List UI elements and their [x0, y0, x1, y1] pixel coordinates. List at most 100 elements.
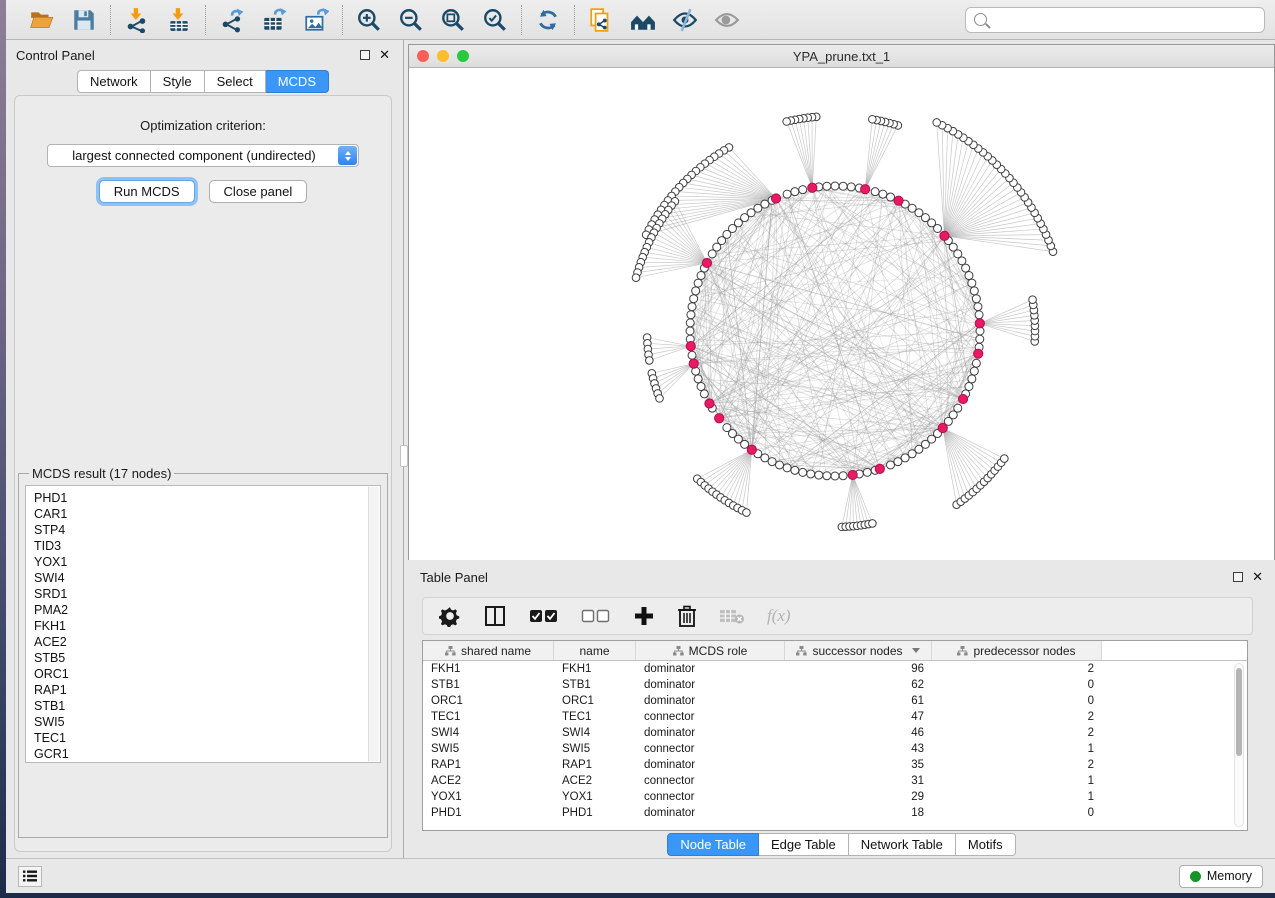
- graph-node[interactable]: [697, 382, 705, 390]
- import-network-button[interactable]: [123, 6, 151, 34]
- graph-hub-node[interactable]: [848, 470, 857, 479]
- graph-node[interactable]: [686, 319, 694, 327]
- result-list-item[interactable]: TID3: [34, 538, 380, 554]
- result-list-scrollbar[interactable]: [368, 487, 379, 761]
- import-table-button[interactable]: [165, 6, 193, 34]
- graph-node[interactable]: [968, 279, 976, 287]
- graph-node[interactable]: [847, 183, 855, 191]
- graph-hub-node[interactable]: [808, 183, 817, 192]
- float-table-panel-button[interactable]: [1233, 572, 1243, 582]
- search-input[interactable]: [993, 12, 1256, 27]
- table-row[interactable]: SWI5SWI5connector431: [423, 741, 1247, 757]
- graph-node[interactable]: [965, 272, 973, 280]
- network-window-titlebar[interactable]: YPA_prune.txt_1: [409, 45, 1274, 68]
- graph-node[interactable]: [632, 274, 640, 282]
- memory-button[interactable]: Memory: [1179, 865, 1263, 888]
- graph-node[interactable]: [972, 359, 980, 367]
- table-row[interactable]: RAP1RAP1dominator352: [423, 757, 1247, 773]
- graph-node[interactable]: [976, 335, 984, 343]
- graph-node[interactable]: [975, 311, 983, 319]
- graph-node[interactable]: [761, 454, 769, 462]
- result-list-item[interactable]: YOX1: [34, 554, 380, 570]
- show-panels-button[interactable]: [18, 866, 42, 887]
- graph-hub-node[interactable]: [974, 349, 983, 358]
- tab-network[interactable]: Network: [77, 70, 151, 93]
- zoom-in-button[interactable]: [355, 6, 383, 34]
- graph-node[interactable]: [694, 375, 702, 383]
- network-overview-button[interactable]: [629, 6, 657, 34]
- graph-node[interactable]: [799, 186, 807, 194]
- column-header-MCDS-role[interactable]: MCDS role: [636, 641, 785, 660]
- graph-node[interactable]: [688, 303, 696, 311]
- result-list-item[interactable]: CAR1: [34, 506, 380, 522]
- graph-node[interactable]: [879, 190, 887, 198]
- result-list-item[interactable]: PMA2: [34, 602, 380, 618]
- graph-node[interactable]: [686, 327, 694, 335]
- graph-node[interactable]: [869, 115, 877, 123]
- graph-hub-node[interactable]: [875, 464, 884, 473]
- result-list-item[interactable]: RAP1: [34, 682, 380, 698]
- table-row[interactable]: STB1STB1dominator620: [423, 677, 1247, 693]
- graph-node[interactable]: [1029, 296, 1037, 304]
- tab-node-table[interactable]: Node Table: [667, 833, 759, 856]
- graph-hub-node[interactable]: [702, 258, 711, 267]
- export-image-button[interactable]: [302, 6, 330, 34]
- graph-node[interactable]: [871, 188, 879, 196]
- result-list-item[interactable]: TEC1: [34, 730, 380, 746]
- select-all-button[interactable]: [529, 603, 559, 629]
- clone-network-button[interactable]: [587, 6, 615, 34]
- graph-node[interactable]: [823, 182, 831, 190]
- graph-node[interactable]: [799, 468, 807, 476]
- delete-table-button[interactable]: [719, 603, 745, 629]
- graph-node[interactable]: [815, 471, 823, 479]
- graph-node[interactable]: [968, 375, 976, 383]
- graph-node[interactable]: [697, 272, 705, 280]
- gear-button[interactable]: [439, 603, 461, 629]
- open-file-button[interactable]: [28, 6, 56, 34]
- graph-node[interactable]: [776, 461, 784, 469]
- table-row[interactable]: TEC1TEC1connector472: [423, 709, 1247, 725]
- apply-function-button[interactable]: f(x): [767, 603, 791, 629]
- graph-node[interactable]: [700, 390, 708, 398]
- graph-hub-node[interactable]: [686, 342, 695, 351]
- close-panel-button-mcds[interactable]: Close panel: [209, 180, 308, 203]
- column-header-shared-name[interactable]: shared name: [423, 641, 554, 660]
- graph-hub-node[interactable]: [975, 319, 984, 328]
- result-list-item[interactable]: FKH1: [34, 618, 380, 634]
- graph-hub-node[interactable]: [861, 185, 870, 194]
- panel-splitter[interactable]: [400, 40, 408, 858]
- graph-node[interactable]: [694, 279, 702, 287]
- close-table-panel-button[interactable]: ✕: [1252, 572, 1263, 582]
- graph-node[interactable]: [839, 472, 847, 480]
- graph-node[interactable]: [688, 351, 696, 359]
- graph-node[interactable]: [690, 295, 698, 303]
- result-list-item[interactable]: ACE2: [34, 634, 380, 650]
- column-header-successor-nodes[interactable]: successor nodes: [785, 641, 932, 660]
- graph-hub-node[interactable]: [705, 399, 714, 408]
- graph-node[interactable]: [692, 287, 700, 295]
- graph-node[interactable]: [970, 287, 978, 295]
- add-row-button[interactable]: [633, 603, 655, 629]
- graph-node[interactable]: [768, 458, 776, 466]
- graph-node[interactable]: [863, 468, 871, 476]
- table-scrollbar-thumb[interactable]: [1236, 668, 1242, 756]
- result-list-item[interactable]: STP4: [34, 522, 380, 538]
- result-list-item[interactable]: ORC1: [34, 666, 380, 682]
- graph-node[interactable]: [839, 182, 847, 190]
- tab-network-table[interactable]: Network Table: [849, 833, 956, 856]
- deselect-all-button[interactable]: [581, 603, 611, 629]
- mcds-result-list[interactable]: PHD1CAR1STP4TID3YOX1SWI4SRD1PMA2FKH1ACE2…: [25, 485, 381, 763]
- graph-node[interactable]: [974, 303, 982, 311]
- result-list-item[interactable]: SRD1: [34, 586, 380, 602]
- graph-node[interactable]: [783, 190, 791, 198]
- graph-node[interactable]: [791, 466, 799, 474]
- column-header-name[interactable]: name: [554, 641, 636, 660]
- result-list-item[interactable]: STB5: [34, 650, 380, 666]
- graph-node[interactable]: [807, 470, 815, 478]
- tab-select[interactable]: Select: [205, 70, 266, 93]
- tab-edge-table[interactable]: Edge Table: [759, 833, 849, 856]
- table-row[interactable]: ACE2ACE2connector311: [423, 773, 1247, 789]
- table-row[interactable]: FKH1FKH1dominator962: [423, 661, 1247, 677]
- graph-hub-node[interactable]: [940, 231, 949, 240]
- graph-hub-node[interactable]: [715, 414, 724, 423]
